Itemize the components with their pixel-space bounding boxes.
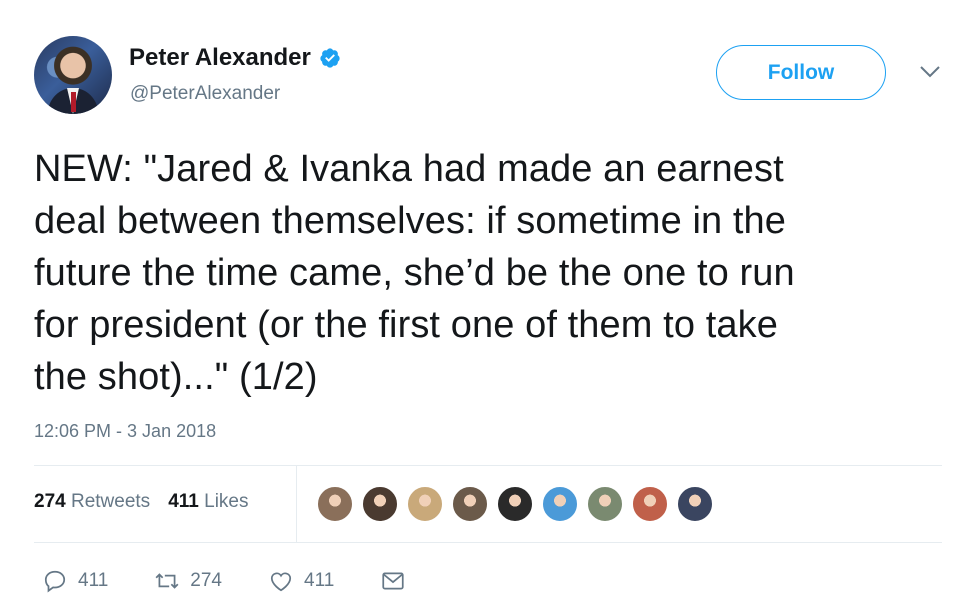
divider — [34, 542, 942, 543]
stats-divider — [296, 466, 297, 542]
envelope-icon — [382, 572, 404, 590]
reply-icon — [44, 570, 66, 593]
profile-avatar[interactable] — [34, 36, 112, 114]
tweet-actions: 411 274 411 — [42, 568, 452, 594]
retweets-count: 274 — [34, 491, 66, 512]
liker-avatars — [316, 485, 721, 523]
user-name[interactable]: Peter Alexander — [129, 44, 311, 72]
tweet-stats: 274 Retweets 411 Likes — [34, 491, 248, 513]
likes-stat[interactable]: 411 Likes — [168, 491, 248, 513]
like-count: 411 — [304, 570, 335, 591]
liker-avatar[interactable] — [676, 485, 714, 523]
liker-avatar[interactable] — [541, 485, 579, 523]
tweet-text: NEW: "Jared & Ivanka had made an earnest… — [34, 148, 795, 398]
user-handle[interactable]: @PeterAlexander — [130, 83, 280, 105]
liker-avatar[interactable] — [586, 485, 624, 523]
liker-avatar[interactable] — [631, 485, 669, 523]
liker-avatar[interactable] — [361, 485, 399, 523]
verified-badge-icon — [320, 48, 340, 68]
liker-avatar[interactable] — [406, 485, 444, 523]
user-name-row[interactable]: Peter Alexander — [129, 44, 341, 72]
reply-action[interactable]: 411 — [42, 568, 108, 594]
retweets-label: Retweets — [70, 491, 151, 512]
like-action[interactable]: 411 — [268, 568, 334, 594]
chevron-down-icon[interactable] — [919, 64, 941, 80]
reply-count: 411 — [78, 570, 109, 591]
retweet-count: 274 — [190, 570, 222, 591]
dm-action[interactable] — [380, 568, 406, 594]
likes-count: 411 — [168, 491, 199, 512]
liker-avatar[interactable] — [316, 485, 354, 523]
liker-avatar[interactable] — [496, 485, 534, 523]
tweet-timestamp[interactable]: 12:06 PM - 3 Jan 2018 — [34, 421, 216, 442]
divider — [34, 465, 942, 466]
avatar-tie — [71, 92, 76, 112]
heart-icon — [270, 572, 292, 592]
retweets-stat[interactable]: 274 Retweets — [34, 491, 150, 513]
likes-label: Likes — [204, 491, 249, 512]
retweet-icon — [155, 573, 179, 589]
retweet-action[interactable]: 274 — [154, 568, 222, 594]
liker-avatar[interactable] — [451, 485, 489, 523]
follow-button[interactable]: Follow — [716, 45, 886, 100]
